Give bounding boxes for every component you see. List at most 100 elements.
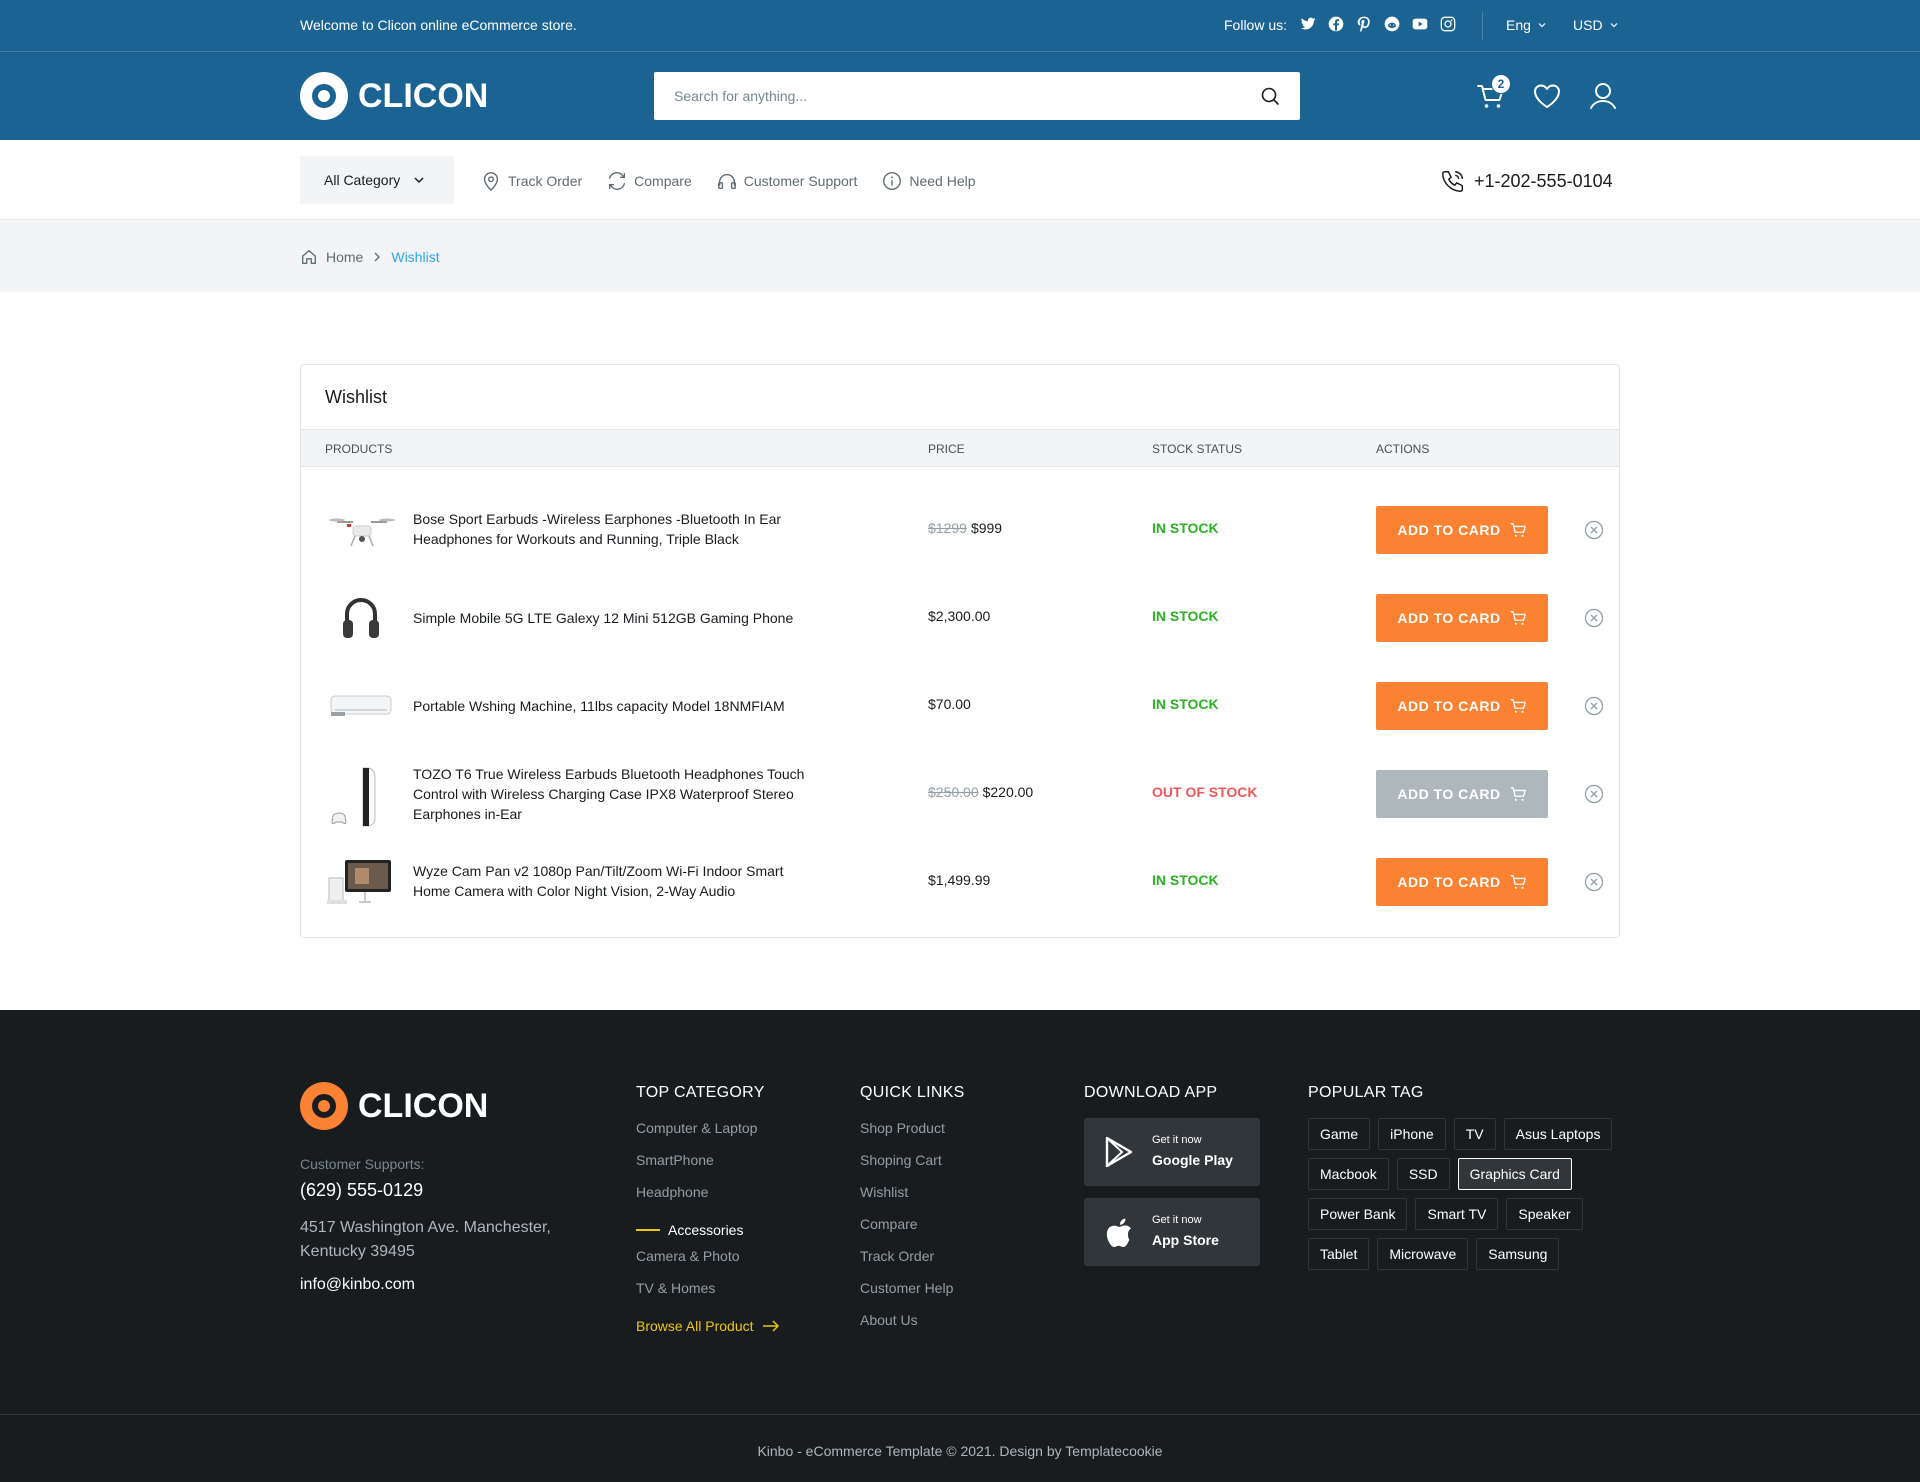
- product-price: $2,300.00: [928, 608, 990, 624]
- product-image-game-console[interactable]: [325, 766, 397, 827]
- popular-tag-column: POPULAR TAG Game iPhone TV Asus Laptops …: [1308, 1084, 1628, 1270]
- apple-icon: [1106, 1218, 1131, 1248]
- tag[interactable]: TV: [1453, 1118, 1496, 1150]
- product-name[interactable]: Simple Mobile 5G LTE Galexy 12 Mini 512G…: [413, 608, 823, 628]
- product-name[interactable]: Bose Sport Earbuds -Wireless Earphones -…: [413, 509, 823, 549]
- nav-compare[interactable]: Compare: [606, 170, 692, 192]
- chevron-down-icon: [1538, 23, 1546, 28]
- tag[interactable]: Samsung: [1476, 1238, 1560, 1270]
- logo[interactable]: CLICON: [300, 72, 488, 120]
- product-price: $250.00 $220.00: [928, 784, 1033, 800]
- currency-select[interactable]: USD: [1573, 17, 1619, 33]
- product-name[interactable]: TOZO T6 True Wireless Earbuds Bluetooth …: [413, 764, 823, 824]
- footer-link[interactable]: TV & Homes: [636, 1278, 780, 1310]
- google-play-button[interactable]: Get it now Google Play: [1084, 1118, 1260, 1186]
- tag[interactable]: SSD: [1396, 1158, 1450, 1190]
- quick-links-column: QUICK LINKS Shop Product Shoping Cart Wi…: [860, 1084, 965, 1342]
- footer-link-active[interactable]: Accessories: [636, 1214, 780, 1246]
- nav-label: Customer Support: [743, 173, 858, 189]
- account-button[interactable]: [1587, 80, 1619, 112]
- app-store-button[interactable]: Get it now App Store: [1084, 1198, 1260, 1266]
- footer-link[interactable]: Shoping Cart: [860, 1150, 965, 1182]
- tag[interactable]: Smart TV: [1415, 1198, 1499, 1230]
- reddit-icon[interactable]: [1384, 16, 1400, 32]
- phone-contact[interactable]: +1-202-555-0104: [1440, 168, 1613, 194]
- nav-customer-support[interactable]: Customer Support: [716, 170, 858, 192]
- product-name[interactable]: Portable Wshing Machine, 11lbs capacity …: [413, 696, 823, 716]
- twitter-icon[interactable]: [1300, 16, 1316, 32]
- footer-link[interactable]: Computer & Laptop: [636, 1118, 780, 1150]
- app-small-text: Get it now: [1152, 1214, 1202, 1226]
- footer-link[interactable]: Customer Help: [860, 1278, 965, 1310]
- youtube-icon[interactable]: [1412, 16, 1428, 32]
- secondary-nav: All Category Track Order Compare Custome…: [0, 140, 1920, 220]
- footer-link[interactable]: Wishlist: [860, 1182, 965, 1214]
- add-to-cart-button[interactable]: ADD TO CARD: [1376, 858, 1548, 906]
- tag[interactable]: Microwave: [1377, 1238, 1469, 1270]
- remove-icon[interactable]: [1584, 872, 1604, 892]
- search-icon[interactable]: [1260, 86, 1280, 111]
- column-title: QUICK LINKS: [860, 1084, 965, 1101]
- instagram-icon[interactable]: [1440, 16, 1456, 32]
- link-label: Accessories: [668, 1222, 744, 1238]
- support-phone[interactable]: (629) 555-0129: [300, 1180, 423, 1201]
- cart-icon: [1510, 611, 1526, 625]
- footer-link[interactable]: Compare: [860, 1214, 965, 1246]
- add-to-cart-button[interactable]: ADD TO CARD: [1376, 506, 1548, 554]
- remove-icon[interactable]: [1584, 696, 1604, 716]
- footer-link[interactable]: Track Order: [860, 1246, 965, 1278]
- nav-label: Need Help: [909, 173, 976, 189]
- product-price: $1299 $999: [928, 520, 1002, 536]
- footer-link[interactable]: Shop Product: [860, 1118, 965, 1150]
- home-icon: [302, 250, 316, 264]
- footer-link[interactable]: SmartPhone: [636, 1150, 780, 1182]
- search-input[interactable]: [654, 72, 1214, 120]
- tag[interactable]: Speaker: [1506, 1198, 1583, 1230]
- facebook-icon[interactable]: [1328, 16, 1344, 32]
- language-select[interactable]: Eng: [1506, 17, 1547, 33]
- all-category-label: All Category: [324, 172, 401, 188]
- nav-track-order[interactable]: Track Order: [480, 170, 582, 192]
- product-image-desktop-computer[interactable]: [325, 854, 397, 910]
- cart-button[interactable]: 2: [1475, 74, 1511, 112]
- add-to-cart-button[interactable]: ADD TO CARD: [1376, 682, 1548, 730]
- table-row: Portable Wshing Machine, 11lbs capacity …: [301, 662, 1619, 750]
- tag[interactable]: Asus Laptops: [1503, 1118, 1613, 1150]
- footer-link[interactable]: Camera & Photo: [636, 1246, 780, 1278]
- tag-list: Game iPhone TV Asus Laptops Macbook SSD …: [1308, 1118, 1628, 1270]
- remove-icon[interactable]: [1584, 608, 1604, 628]
- tag[interactable]: Game: [1308, 1118, 1371, 1150]
- breadcrumb-current[interactable]: Wishlist: [391, 249, 439, 265]
- column-title: POPULAR TAG: [1308, 1084, 1424, 1101]
- product-name[interactable]: Wyze Cam Pan v2 1080p Pan/Tilt/Zoom Wi-F…: [413, 861, 823, 901]
- stock-status: IN STOCK: [1152, 872, 1219, 888]
- breadcrumb-home[interactable]: Home: [326, 249, 363, 265]
- tag[interactable]: Macbook: [1308, 1158, 1389, 1190]
- product-image-air-conditioner[interactable]: [325, 678, 397, 734]
- map-pin-icon: [483, 172, 499, 192]
- footer-link[interactable]: Headphone: [636, 1182, 780, 1214]
- currency-value: USD: [1573, 17, 1603, 33]
- tag[interactable]: Tablet: [1308, 1238, 1370, 1270]
- tag[interactable]: Power Bank: [1308, 1198, 1408, 1230]
- footer-link[interactable]: About Us: [860, 1310, 965, 1342]
- pinterest-icon[interactable]: [1356, 16, 1372, 32]
- tag-selected[interactable]: Graphics Card: [1457, 1158, 1572, 1190]
- all-category-dropdown[interactable]: All Category: [300, 156, 454, 204]
- footer-logo[interactable]: CLICON: [300, 1082, 488, 1130]
- product-image-headphones[interactable]: [325, 590, 397, 646]
- nav-need-help[interactable]: Need Help: [881, 170, 976, 192]
- add-to-cart-button[interactable]: ADD TO CARD: [1376, 770, 1548, 818]
- old-price: $1299: [928, 520, 967, 536]
- product-image-drone[interactable]: [325, 502, 397, 558]
- browse-all-link[interactable]: Browse All Product: [636, 1310, 780, 1342]
- remove-icon[interactable]: [1584, 784, 1604, 804]
- remove-icon[interactable]: [1584, 520, 1604, 540]
- wishlist-button[interactable]: [1531, 80, 1563, 112]
- app-store-name: Google Play: [1152, 1152, 1233, 1168]
- email[interactable]: info@kinbo.com: [300, 1276, 415, 1294]
- stock-status: IN STOCK: [1152, 696, 1219, 712]
- add-to-cart-button[interactable]: ADD TO CARD: [1376, 594, 1548, 642]
- tag[interactable]: iPhone: [1378, 1118, 1446, 1150]
- footer-bottom: Kinbo - eCommerce Template © 2021. Desig…: [0, 1414, 1920, 1482]
